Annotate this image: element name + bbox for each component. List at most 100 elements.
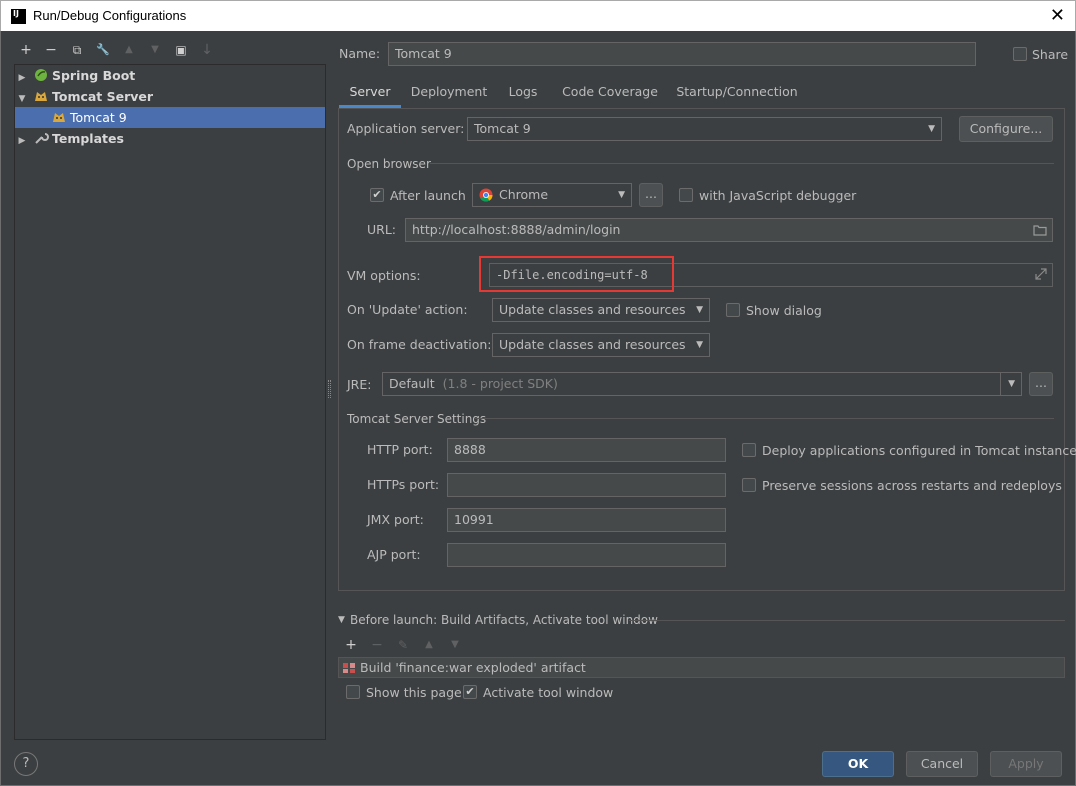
on-update-value: Update classes and resources	[499, 302, 686, 317]
ok-button[interactable]: OK	[822, 751, 894, 777]
splitter-handle[interactable]	[328, 380, 331, 398]
url-label: URL:	[367, 222, 397, 237]
tomcat-settings-title: Tomcat Server Settings	[347, 412, 487, 426]
on-frame-value: Update classes and resources	[499, 337, 686, 352]
show-dialog-checkbox[interactable]	[726, 303, 740, 317]
separator	[629, 620, 1065, 621]
sort-icon[interactable]: ↓	[198, 41, 216, 59]
jre-more-button[interactable]: ...	[1029, 372, 1053, 396]
cancel-button[interactable]: Cancel	[906, 751, 978, 777]
title-bar: IJ Run/Debug Configurations ✕	[0, 0, 1076, 31]
tomcat-icon	[34, 92, 47, 101]
activate-tool-window-checkbox[interactable]: ✔	[463, 685, 477, 699]
expand-icon[interactable]	[1035, 268, 1047, 280]
on-frame-select[interactable]: Update classes and resources ▼	[492, 333, 710, 357]
js-debugger-checkbox[interactable]	[679, 188, 693, 202]
expand-icon[interactable]: ▶	[15, 131, 29, 152]
wrench-icon[interactable]: 🔧	[94, 41, 112, 59]
share-checkbox[interactable]	[1013, 47, 1027, 61]
jmx-port-field[interactable]: 10991	[447, 508, 726, 532]
help-icon[interactable]: ?	[14, 752, 38, 776]
on-update-select[interactable]: Update classes and resources ▼	[492, 298, 710, 322]
remove-icon[interactable]: −	[42, 41, 60, 59]
chevron-down-icon: ▼	[696, 305, 703, 315]
configure-button[interactable]: Configure...	[959, 116, 1053, 142]
after-launch-label: After launch	[390, 188, 466, 203]
https-port-label: HTTPs port:	[367, 477, 440, 492]
tree-item-templates[interactable]: ▶ Templates	[15, 128, 325, 149]
move-down-icon[interactable]: ▼	[446, 636, 464, 654]
spring-boot-icon	[34, 69, 47, 81]
tree-item-label: Tomcat 9	[70, 110, 127, 125]
name-field[interactable]: Tomcat 9	[388, 42, 976, 66]
ajp-port-label: AJP port:	[367, 547, 421, 562]
show-page-label: Show this page	[366, 685, 462, 700]
preserve-sessions-checkbox[interactable]	[742, 478, 756, 492]
chevron-down-icon: ▼	[1008, 379, 1015, 389]
js-debugger-label: with JavaScript debugger	[699, 188, 857, 203]
folder-icon[interactable]: ▣	[172, 41, 190, 59]
remove-icon[interactable]: −	[368, 636, 386, 654]
ajp-port-field[interactable]	[447, 543, 726, 567]
add-icon[interactable]: +	[342, 636, 360, 654]
edit-icon[interactable]: ✎	[394, 636, 412, 654]
move-up-icon[interactable]: ▲	[120, 41, 138, 59]
deploy-checkbox[interactable]	[742, 443, 756, 457]
configuration-tree: ▶ Spring Boot ▼ Tomcat Server Tomcat 9 ▶…	[14, 64, 326, 740]
apply-button[interactable]: Apply	[990, 751, 1062, 777]
browser-value: Chrome	[499, 187, 549, 202]
on-update-label: On 'Update' action:	[347, 302, 468, 317]
preserve-sessions-label: Preserve sessions across restarts and re…	[762, 478, 1062, 493]
chevron-down-icon: ▼	[928, 124, 935, 134]
app-server-label: Application server:	[347, 121, 465, 136]
on-frame-label: On frame deactivation:	[347, 337, 492, 352]
jmx-port-label: JMX port:	[367, 512, 424, 527]
close-icon[interactable]: ✕	[1050, 5, 1065, 26]
share-label: Share	[1032, 47, 1069, 62]
show-dialog-label: Show dialog	[746, 303, 822, 318]
tree-item-label: Tomcat Server	[51, 89, 154, 104]
tab-logs[interactable]: Logs	[500, 80, 546, 108]
move-up-icon[interactable]: ▲	[420, 636, 438, 654]
browser-select[interactable]: Chrome ▼	[472, 183, 632, 207]
https-port-field[interactable]	[447, 473, 726, 497]
chrome-icon	[479, 188, 493, 202]
intellij-icon: IJ	[11, 9, 26, 24]
browser-more-button[interactable]: ...	[639, 183, 663, 207]
url-field[interactable]: http://localhost:8888/admin/login	[405, 218, 1053, 242]
tab-server[interactable]: Server	[339, 80, 401, 108]
jre-hint: (1.8 - project SDK)	[442, 376, 558, 391]
collapse-icon[interactable]: ▼	[338, 615, 345, 625]
tab-code-coverage[interactable]: Code Coverage	[556, 80, 664, 108]
http-port-field[interactable]: 8888	[447, 438, 726, 462]
tree-item-label: Spring Boot	[51, 68, 136, 83]
add-icon[interactable]: +	[17, 41, 35, 59]
vm-options-label: VM options:	[347, 268, 421, 283]
separator	[474, 418, 1054, 419]
name-label: Name:	[339, 46, 381, 61]
tomcat-icon	[53, 113, 65, 122]
deploy-label: Deploy applications configured in Tomcat…	[762, 443, 1076, 458]
tree-item-tomcat-server[interactable]: ▼ Tomcat Server	[15, 86, 325, 107]
folder-icon[interactable]	[1033, 224, 1047, 236]
wrench-icon	[35, 133, 49, 144]
window-title: Run/Debug Configurations	[33, 8, 187, 23]
after-launch-checkbox[interactable]: ✔	[370, 188, 384, 202]
show-page-checkbox[interactable]	[346, 685, 360, 699]
tab-startup-connection[interactable]: Startup/Connection	[672, 80, 802, 108]
chevron-down-icon: ▼	[618, 190, 625, 200]
jre-select[interactable]: Default (1.8 - project SDK) ▼	[382, 372, 1022, 396]
open-browser-title: Open browser	[347, 157, 431, 171]
move-down-icon[interactable]: ▼	[146, 41, 164, 59]
http-port-label: HTTP port:	[367, 442, 433, 457]
tree-item-spring-boot[interactable]: ▶ Spring Boot	[15, 65, 325, 86]
app-server-select[interactable]: Tomcat 9 ▼	[467, 117, 942, 141]
tab-deployment[interactable]: Deployment	[406, 80, 492, 108]
jre-label: JRE:	[347, 377, 372, 392]
tree-item-tomcat-9[interactable]: Tomcat 9	[15, 107, 325, 128]
copy-icon[interactable]: ⧉	[68, 41, 86, 59]
tree-item-label: Templates	[51, 131, 124, 146]
list-item[interactable]: Build 'finance:war exploded' artifact	[338, 657, 1065, 678]
chevron-down-icon: ▼	[696, 340, 703, 350]
jre-value: Default	[389, 376, 435, 391]
